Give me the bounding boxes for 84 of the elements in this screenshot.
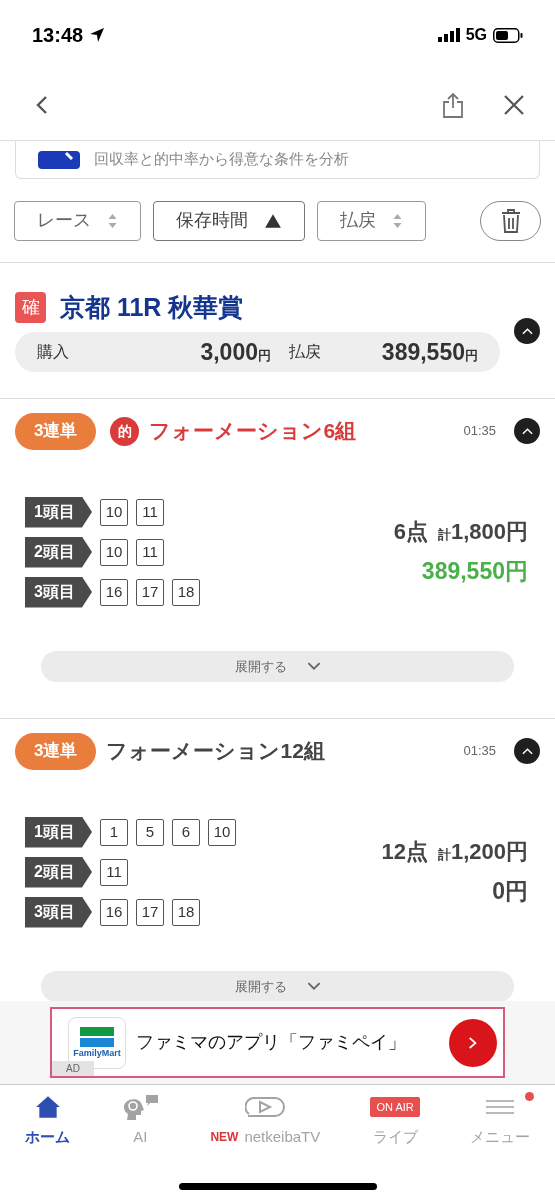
horse-number: 17 <box>136 898 164 926</box>
position-label: 1頭目 <box>25 816 92 848</box>
tab-bar-item[interactable]: メニュー <box>469 1091 530 1149</box>
bet-title: フォーメーション6組 <box>149 418 357 445</box>
collapse-button[interactable] <box>514 418 540 444</box>
payout-label: 払戻 <box>289 342 321 363</box>
expand-button[interactable]: 展開する <box>41 971 514 1002</box>
sort-button[interactable]: レース <box>14 200 141 241</box>
total-amount: 1,800円 <box>450 518 528 547</box>
horse-number: 1 <box>100 818 128 846</box>
sort-button[interactable]: 払戻 <box>317 200 426 241</box>
bet-title: フォーメーション12組 <box>106 738 325 765</box>
tab-bar-item[interactable]: ホーム <box>25 1091 71 1149</box>
ad-label: AD <box>52 1061 94 1076</box>
bet-type-badge: 3連単 <box>15 732 97 770</box>
analysis-banner[interactable]: 回収率と的中率から得意な条件を分析 <box>15 141 540 179</box>
chevron-icon <box>521 427 533 435</box>
ad-text: ファミマのアプリ「ファミペイ」 <box>136 1031 407 1054</box>
back-icon <box>36 95 48 115</box>
network-label: 5G <box>465 25 487 45</box>
tab-bar-item[interactable]: ON AIR ライブ <box>370 1091 420 1149</box>
trash-icon <box>500 208 521 233</box>
sort-ascending-icon <box>264 212 282 229</box>
chevron-icon <box>521 326 533 335</box>
chevron-right-icon <box>468 1035 478 1050</box>
position-label: 2頭目 <box>25 856 92 888</box>
status-time: 13:48 <box>32 23 84 48</box>
bet-time: 01:35 <box>463 422 496 441</box>
chevron-down-icon <box>306 662 321 671</box>
tab-bar-item[interactable]: NEW netkeibaTV <box>210 1091 321 1149</box>
share-icon <box>443 92 463 118</box>
confirmed-badge: 確 <box>15 292 46 323</box>
payout-amount: 389,550円 <box>380 338 478 367</box>
ad-banner[interactable]: FamilyMart ファミマのアプリ「ファミペイ」 AD <box>50 1007 505 1078</box>
chevron-icon <box>521 747 533 755</box>
collapse-button[interactable] <box>514 317 540 344</box>
sort-icon <box>107 212 118 229</box>
position-label: 3頭目 <box>25 896 92 928</box>
horse-number: 17 <box>136 578 164 606</box>
on-air-badge: ON AIR <box>370 1096 420 1117</box>
horse-number: 18 <box>172 898 200 926</box>
horse-number: 11 <box>136 498 164 526</box>
collapse-button[interactable] <box>514 738 540 764</box>
horse-number: 18 <box>172 578 200 606</box>
position-label: 2頭目 <box>25 536 92 568</box>
total-prefix: 計 <box>437 527 451 545</box>
bet-time: 01:35 <box>463 742 496 761</box>
race-title: 京都 11R 秋華賞 <box>60 291 244 323</box>
points-count: 6点 <box>393 518 428 547</box>
horse-number: 16 <box>100 898 128 926</box>
location-arrow-icon <box>89 27 106 43</box>
close-button[interactable] <box>503 94 525 116</box>
analysis-icon <box>38 150 80 169</box>
close-icon <box>504 95 524 115</box>
horse-number: 10 <box>208 818 236 846</box>
points-count: 12点 <box>381 838 428 867</box>
horse-number: 16 <box>100 578 128 606</box>
purchase-label: 購入 <box>37 342 70 363</box>
sort-icon <box>392 212 403 229</box>
horse-number: 10 <box>100 498 128 526</box>
signal-icon <box>437 28 460 42</box>
expand-button[interactable]: 展開する <box>41 651 514 682</box>
horse-number: 5 <box>136 818 164 846</box>
purchase-amount: 3,000円 <box>199 338 271 367</box>
horse-number: 11 <box>100 858 128 886</box>
share-button[interactable] <box>441 91 465 119</box>
menu-icon <box>485 1098 514 1115</box>
sort-button[interactable]: 保存時間 <box>153 200 305 241</box>
position-label: 3頭目 <box>25 576 92 608</box>
total-amount: 1,200円 <box>450 838 528 867</box>
new-label: NEW <box>210 1129 239 1146</box>
return-amount: 389,550円 <box>421 557 528 587</box>
return-amount: 0円 <box>492 877 528 907</box>
battery-icon <box>493 27 523 43</box>
horse-number: 11 <box>136 538 164 566</box>
chevron-down-icon <box>306 982 321 991</box>
ad-open-button[interactable] <box>449 1018 497 1067</box>
bet-type-badge: 3連単 <box>15 412 97 450</box>
hit-mark: 的 <box>110 416 140 446</box>
position-label: 1頭目 <box>25 496 92 528</box>
horse-number: 6 <box>172 818 200 846</box>
banner-text: 回収率と的中率から得意な条件を分析 <box>94 149 349 170</box>
horse-number: 10 <box>100 538 128 566</box>
total-prefix: 計 <box>437 847 451 865</box>
